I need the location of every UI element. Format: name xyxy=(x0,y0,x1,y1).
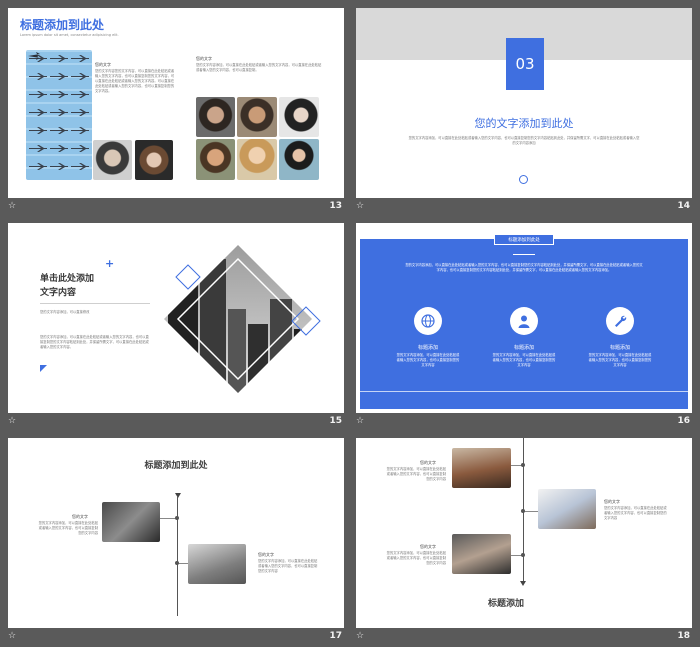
portrait-photo-6 xyxy=(196,139,235,180)
star-icon[interactable]: ☆ xyxy=(8,631,16,641)
slide-canvas: 03 您的文字添加到此处 您的文字内容添加，可以直接在此处粘贴或者输入您的文字内… xyxy=(356,8,692,198)
slide-canvas: 单击此处添加 文字内容 + 您的文字内容添加，可以直接修改 您的文字内容添加，可… xyxy=(8,223,344,413)
slide-number: 18 xyxy=(677,631,690,641)
item1-body: 您的文字内容添加，可以直接在此处粘贴或者输入您的文字内容，也可以直接复制您的文字… xyxy=(38,521,98,535)
slide-footer: ☆ 15 xyxy=(8,416,344,430)
item-label: 标题添加 xyxy=(609,345,630,351)
wrench-icon xyxy=(606,307,634,335)
office-photo xyxy=(452,534,511,574)
divider xyxy=(40,303,150,304)
timeline-dot xyxy=(175,561,179,565)
slide-subtitle: Lorem ipsum dolor sit amet, consectetur … xyxy=(20,33,119,37)
item1-body: 您的文字内容添加，可以直接在此处粘贴或者输入您的文字内容，也可以直接复制您的文字… xyxy=(386,467,446,481)
diamond-graphic xyxy=(164,245,321,393)
slide-footer: ☆ 14 xyxy=(356,201,692,215)
slide-title: 标题添加到此处 xyxy=(20,18,105,32)
slide-footer: ☆ 16 xyxy=(356,416,692,430)
slide-canvas: 您的文字 您的文字内容添加，可以直接在此处粘贴或者输入您的文字内容，也可以直接复… xyxy=(356,438,692,628)
line-1: 您的文字内容添加，可以直接修改 xyxy=(40,310,90,314)
plus-icon: + xyxy=(105,257,115,270)
star-icon[interactable]: ☆ xyxy=(356,631,364,641)
item-label: 标题添加 xyxy=(513,345,534,351)
right-heading: 您的文字 xyxy=(196,56,212,61)
item3-heading: 您的文字 xyxy=(420,544,436,549)
star-icon[interactable]: ☆ xyxy=(8,201,16,211)
portrait-photo-1 xyxy=(93,140,132,180)
item1-heading: 您的文字 xyxy=(72,514,88,519)
slide-number: 14 xyxy=(677,201,690,211)
circle-icon xyxy=(519,175,528,184)
triangle-marker xyxy=(520,581,526,586)
timeline-dot xyxy=(175,516,179,520)
triangle-marker xyxy=(175,493,181,498)
item-text: 您的文字内容添加，可以直接在此处粘贴或者输入您的文字内容，也可以直接复制您的文字… xyxy=(492,353,556,367)
star-icon[interactable]: ☆ xyxy=(356,201,364,211)
slide-canvas: 标题添加到此处 您的文字内容添加，可以直接在此处粘贴或者输入您的文字内容，也可以… xyxy=(356,223,692,413)
portrait-photo-2 xyxy=(135,140,173,180)
item3-body: 您的文字内容添加，可以直接在此处粘贴或者输入您的文字内容，也可以直接复制您的文字… xyxy=(386,551,446,565)
laptop-desk-photo xyxy=(538,489,596,529)
slide-title: 标题添加 xyxy=(488,599,525,609)
slide-title: 标题添加到此处 xyxy=(144,461,208,471)
section-badge: 03 xyxy=(506,38,544,90)
portrait-photo-3 xyxy=(196,97,235,137)
right-body: 您的文字内容添加，可以直接在此处粘贴或者输入您的文字内容，可以直接在此处粘贴或者… xyxy=(196,63,322,72)
star-icon[interactable]: ☆ xyxy=(8,416,16,426)
portrait-photo-5 xyxy=(279,97,319,137)
portrait-photo-8 xyxy=(279,139,319,180)
slide-footer: ☆ 18 xyxy=(356,631,692,645)
title-line-1: 单击此处添加 xyxy=(40,274,95,284)
globe-icon xyxy=(414,307,442,335)
slide-number: 16 xyxy=(677,416,690,426)
desk-photo xyxy=(188,544,246,584)
timeline-dot xyxy=(521,509,525,513)
slide-footer: ☆ 13 xyxy=(8,201,344,215)
slide-title: 标题添加到此处 xyxy=(494,234,554,245)
portrait-photo-4 xyxy=(237,97,277,137)
slide-number: 15 xyxy=(329,416,342,426)
item1-heading: 您的文字 xyxy=(420,460,436,465)
triangle-icon xyxy=(40,365,47,372)
item2-body: 您的文字内容添加，可以直接在此处粘贴或者输入您的文字内容，也可以直接复制您的文字… xyxy=(258,559,318,573)
item2-heading: 您的文字 xyxy=(258,552,274,557)
star-icon[interactable]: ☆ xyxy=(356,416,364,426)
slide-number: 13 xyxy=(329,201,342,211)
slide-footer: ☆ 17 xyxy=(8,631,344,645)
timeline-dot xyxy=(521,463,525,467)
panel-body: 您的文字内容添加，可以直接在此处粘贴或者输入您的文字内容，也可以直接复制您的文字… xyxy=(405,263,643,272)
left-body: 您的文字内容您的文字内容，可以直接在此处粘贴或者输入您的文字内容，也可以直接复制… xyxy=(95,69,175,93)
item2-heading: 您的文字 xyxy=(604,499,620,504)
airplane-pattern-photo xyxy=(26,50,92,180)
user-icon xyxy=(510,307,538,335)
slide-canvas: 标题添加到此处 Lorem ipsum dolor sit amet, cons… xyxy=(8,8,344,198)
left-heading: 您的文字 xyxy=(95,62,111,67)
laptop-photo xyxy=(102,502,160,542)
slide-canvas: 标题添加到此处 您的文字 您的文字内容添加，可以直接在此处粘贴或者输入您的文字内… xyxy=(8,438,344,628)
item2-body: 您的文字内容添加，可以直接在此处粘贴或者输入您的文字内容，也可以直接复制您的文字… xyxy=(604,506,667,520)
meeting-photo xyxy=(452,448,511,488)
panel-line xyxy=(360,391,688,392)
slide-title: 您的文字添加到此处 xyxy=(474,117,574,130)
body-text: 您的文字内容添加，可以直接在此处粘贴或者输入您的文字内容，也可以直接复制您的文字… xyxy=(40,335,149,349)
connector xyxy=(524,511,538,512)
item-text: 您的文字内容添加，可以直接在此处粘贴或者输入您的文字内容，也可以直接复制您的文字… xyxy=(396,353,460,367)
item-text: 您的文字内容添加，可以直接在此处粘贴或者输入您的文字内容，也可以直接复制您的文字… xyxy=(588,353,652,367)
item-label: 标题添加 xyxy=(417,345,438,351)
slide-number: 17 xyxy=(329,631,342,641)
title-underline xyxy=(513,254,535,255)
title-line-2: 文字内容 xyxy=(40,288,77,298)
timeline-dot xyxy=(521,553,525,557)
timeline-axis xyxy=(177,496,178,616)
slide-body: 您的文字内容添加，可以直接在此处粘贴或者输入您的文字内容，也可以直接复制您的文字… xyxy=(408,136,640,145)
portrait-photo-7 xyxy=(237,139,277,180)
